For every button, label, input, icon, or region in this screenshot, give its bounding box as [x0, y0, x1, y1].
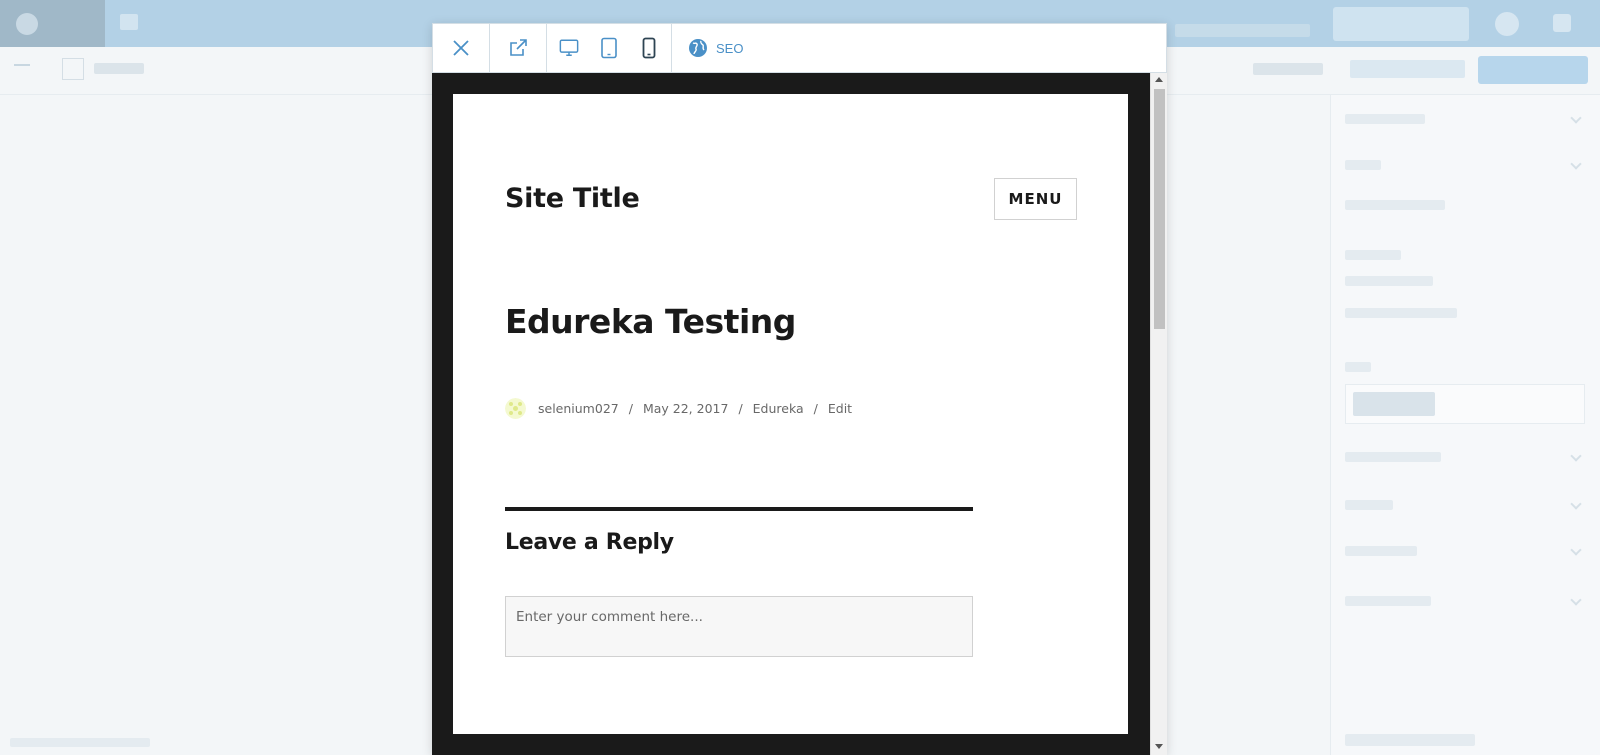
sidebar-row — [1345, 546, 1417, 556]
phone-button[interactable] — [639, 24, 659, 72]
category-link[interactable]: Edureka — [753, 401, 804, 416]
wordpress-icon — [16, 12, 38, 35]
tag-chip — [1353, 392, 1435, 416]
back-icon — [14, 64, 30, 76]
reader-icon — [120, 14, 138, 30]
reader-button — [120, 14, 138, 30]
write-button — [1333, 7, 1469, 41]
tablet-button[interactable] — [599, 24, 619, 72]
sidebar-row — [1345, 276, 1433, 286]
post-settings-button — [1350, 60, 1465, 78]
notifications-icon — [1553, 14, 1571, 32]
close-icon — [453, 40, 469, 56]
preview-button — [1253, 63, 1323, 75]
site-title[interactable]: Site Title — [505, 183, 640, 214]
sidebar-row — [1345, 114, 1425, 124]
scroll-up-icon[interactable] — [1155, 77, 1163, 82]
seo-button[interactable]: SEO — [672, 24, 759, 72]
site-icon — [62, 58, 84, 80]
close-button[interactable] — [433, 24, 490, 72]
my-site-button — [0, 0, 105, 47]
preview-dialog: SEO Site Title MENU Edureka Testing sele… — [432, 23, 1167, 755]
author-link[interactable]: selenium027 — [538, 401, 619, 416]
menu-button[interactable]: MENU — [994, 178, 1077, 220]
site-label-placeholder — [1175, 24, 1310, 37]
sidebar-row — [1345, 308, 1457, 318]
desktop-button[interactable] — [559, 24, 579, 72]
scroll-thumb[interactable] — [1154, 89, 1165, 329]
reply-title: Leave a Reply — [505, 530, 674, 555]
external-link-icon — [510, 39, 527, 56]
meta-separator: / — [813, 401, 818, 416]
meta-separator: / — [628, 401, 633, 416]
sidebar-row — [1345, 200, 1445, 210]
date-link[interactable]: May 22, 2017 — [643, 401, 728, 416]
edit-link[interactable]: Edit — [828, 401, 852, 416]
site-preview-frame: Site Title MENU Edureka Testing selenium… — [453, 94, 1128, 734]
sidebar-row — [1345, 596, 1431, 606]
comment-input[interactable]: Enter your comment here... — [505, 596, 973, 657]
sidebar-row — [1345, 362, 1371, 372]
post-meta: selenium027 / May 22, 2017 / Edureka / E… — [505, 398, 852, 419]
author-avatar — [505, 398, 526, 419]
phone-icon — [642, 37, 656, 59]
scroll-down-icon[interactable] — [1155, 744, 1163, 749]
move-to-trash-button — [1345, 734, 1475, 746]
tablet-icon — [601, 37, 617, 59]
seo-label: SEO — [716, 40, 744, 56]
open-external-button[interactable] — [490, 24, 547, 72]
preview-scrollbar[interactable] — [1150, 73, 1167, 755]
comments-divider — [505, 507, 973, 511]
publish-button — [1478, 56, 1588, 84]
preview-toolbar: SEO — [432, 23, 1167, 73]
user-avatar — [1495, 12, 1519, 36]
device-switcher — [547, 24, 672, 72]
post-title: Edureka Testing — [505, 302, 796, 341]
sidebar-row — [1345, 452, 1441, 462]
site-title-placeholder — [94, 63, 144, 74]
sidebar-row — [1345, 160, 1381, 170]
globe-icon — [689, 39, 707, 57]
sidebar-row — [1345, 500, 1393, 510]
desktop-icon — [559, 39, 579, 56]
footer-text — [10, 738, 150, 747]
meta-separator: / — [738, 401, 743, 416]
sidebar-row — [1345, 250, 1401, 260]
editor-sidebar — [1330, 95, 1600, 755]
